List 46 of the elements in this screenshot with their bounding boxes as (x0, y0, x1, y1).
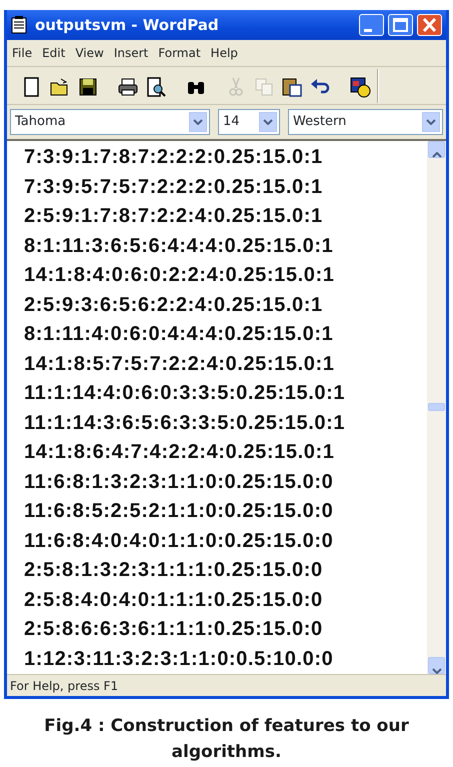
text-line: 14:1:8:5:7:5:7:2:2:4:0.25:15.0:1 (24, 352, 334, 376)
window-title: outputsvm - WordPad (35, 16, 219, 34)
minimize-button[interactable] (359, 14, 384, 36)
scroll-down-button[interactable] (428, 657, 445, 674)
print-preview-button[interactable] (145, 74, 167, 96)
text-line: 1:12:3:11:3:2:3:1:1:0:0.5:10.0:0 (24, 646, 334, 672)
minimize-icon (364, 28, 372, 32)
menu-item[interactable]: File (7, 44, 38, 62)
status-text: For Help, press F1 (10, 678, 118, 694)
text-line: 2:5:8:6:6:3:6:1:1:1:0.25:15.0:0 (24, 617, 323, 642)
menu-item[interactable]: View (70, 44, 109, 62)
text-line: 11:6:8:4:0:4:0:1:1:0:0.25:15.0:0 (24, 528, 334, 554)
text-line: 7:3:9:5:7:5:7:2:2:2:0.25:15.0:1 (24, 174, 323, 200)
chevron-down-icon (426, 119, 436, 125)
menu-item[interactable]: Format (153, 44, 206, 62)
text-line: 11:6:8:1:3:2:3:1:1:0:0.25:15.0:0 (24, 470, 334, 494)
text-line: 8:1:11:3:6:5:6:4:4:4:0.25:15.0:1 (24, 234, 334, 258)
text-line: 7:3:9:1:7:8:7:2:2:2:0.25:15.0:1 (24, 145, 323, 170)
text-line: 14:1:8:4:0:6:0:2:2:4:0.25:15.0:1 (24, 263, 334, 288)
text-line: 2:5:9:3:6:5:6:2:2:4:0.25:15.0:1 (24, 292, 323, 318)
maximize-button[interactable] (388, 14, 413, 36)
text-line: 8:1:11:4:0:6:0:4:4:4:0.25:15.0:1 (24, 322, 334, 347)
chevron-down-icon (263, 119, 273, 125)
size-dropdown[interactable]: 14 (218, 109, 280, 135)
chevron-down-icon (432, 668, 442, 674)
chevron-down-icon (193, 119, 203, 125)
notepad-icon (11, 16, 27, 34)
text-line: 11:1:14:4:0:6:0:3:3:5:0.25:15.0:1 (24, 381, 346, 406)
menu-item[interactable]: Insert (108, 44, 154, 62)
text-line: 2:5:9:1:7:8:7:2:2:4:0.25:15.0:1 (24, 204, 323, 229)
close-button[interactable] (417, 14, 442, 36)
text-line: 14:1:8:6:4:7:4:2:2:4:0.25:15.0:1 (24, 440, 334, 465)
chevron-up-icon (432, 152, 442, 158)
scroll-up-button[interactable] (428, 141, 445, 158)
menu-item[interactable]: Help (206, 44, 243, 62)
script-dropdown[interactable]: Western (288, 109, 443, 135)
menu-item[interactable]: Edit (37, 44, 70, 62)
text-line: 11:6:8:5:2:5:2:1:1:0:0.25:15.0:0 (24, 499, 334, 524)
text-line: 2:5:8:1:3:2:3:1:1:1:0.25:15.0:0 (24, 558, 323, 583)
text-line: 2:5:8:4:0:4:0:1:1:1:0.25:15.0:0 (24, 588, 323, 612)
scrollbar[interactable] (427, 141, 446, 674)
font-dropdown[interactable]: Tahoma (10, 109, 210, 135)
scroll-thumb[interactable] (428, 403, 445, 411)
figure-caption: Fig.4 : Construction of features to our algorithms. (43, 715, 410, 764)
calendar-clock-button[interactable] (349, 74, 371, 96)
text-line: 11:1:14:3:6:5:6:3:3:5:0.25:15.0:1 (24, 410, 346, 436)
